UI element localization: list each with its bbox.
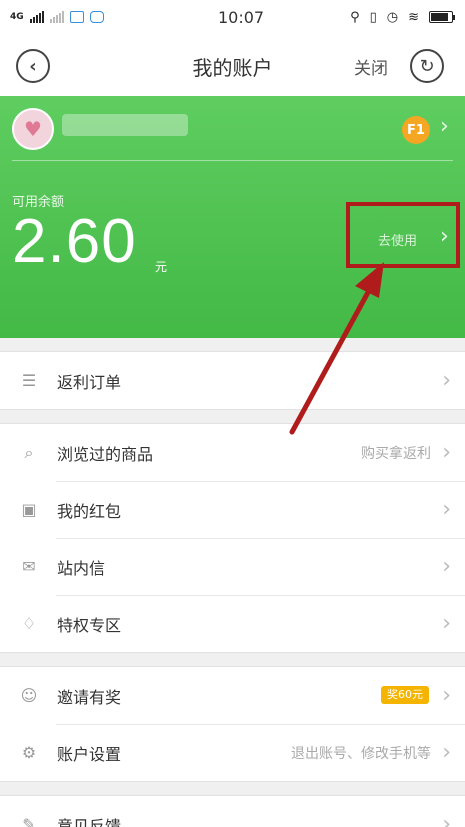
battery-icon	[429, 11, 455, 23]
menu-item-hint: 购买拿返利	[361, 445, 431, 462]
menu-item-invite[interactable]: ☺ 邀请有奖 奖60元 ›	[0, 667, 465, 724]
menu-item-account-settings[interactable]: ⚙ 账户设置 退出账号、修改手机等 ›	[0, 724, 465, 781]
red-packet-icon: ▣	[21, 500, 37, 519]
location-icon: ⚲	[350, 9, 360, 25]
highlight-annotation-box	[346, 202, 460, 268]
avatar-heart-icon: ♥	[24, 117, 42, 141]
chevron-right-icon[interactable]: ›	[440, 114, 449, 139]
menu-item-label: 返利订单	[57, 372, 122, 392]
menu-item-rebate-orders[interactable]: ☰ 返利订单 ›	[0, 352, 465, 409]
close-button[interactable]: 关闭	[354, 54, 388, 79]
menu-group-orders: ☰ 返利订单 ›	[0, 351, 465, 410]
level-badge[interactable]: F1	[402, 116, 430, 144]
alarm-icon: ◷	[386, 9, 399, 25]
message-icon	[69, 11, 84, 23]
nav-bar: ‹ 我的账户 关闭 ↻	[0, 34, 465, 96]
invite-icon: ☺	[20, 686, 38, 705]
order-list-icon: ☰	[21, 371, 37, 390]
chevron-right-icon: ›	[442, 554, 451, 579]
wifi-icon: ≋	[408, 9, 419, 25]
menu-item-label: 邀请有奖	[57, 687, 122, 707]
mail-icon: ✉	[22, 557, 36, 576]
diamond-icon: ♢	[21, 614, 37, 633]
menu-item-label: 站内信	[57, 558, 106, 578]
chevron-right-icon: ›	[442, 812, 451, 827]
avatar[interactable]: ♥	[12, 108, 54, 150]
menu-item-label: 意见反馈	[57, 816, 122, 827]
balance-amount: 2.60	[12, 207, 137, 276]
settings-icon: ⚙	[21, 743, 37, 762]
divider	[12, 160, 453, 161]
menu-item-label: 账户设置	[57, 744, 122, 764]
menu-item-label: 特权专区	[57, 615, 122, 635]
reward-badge: 奖60元	[381, 686, 429, 704]
chevron-right-icon: ›	[442, 611, 451, 636]
menu-item-label: 浏览过的商品	[57, 444, 154, 464]
signal-icon	[29, 11, 44, 23]
menu-item-inbox[interactable]: ✉ 站内信 ›	[0, 538, 465, 595]
chevron-right-icon: ›	[442, 440, 451, 465]
menu-item-feedback[interactable]: ✎ 意见反馈 ›	[0, 796, 465, 827]
app-icon	[89, 11, 104, 23]
status-bar: 4G 10:07 ⚲ ▯ ◷ ≋	[0, 0, 465, 34]
page-title: 我的账户	[192, 56, 273, 80]
balance-unit: 元	[155, 260, 168, 274]
menu-item-browsed-products[interactable]: ⌕ 浏览过的商品 购买拿返利 ›	[0, 424, 465, 481]
search-icon: ⌕	[24, 442, 34, 462]
network-type: 4G	[10, 12, 24, 22]
menu-item-hint: 退出账号、修改手机等	[291, 745, 431, 762]
username-blurred	[62, 114, 188, 136]
menu-item-label: 我的红包	[57, 501, 122, 521]
chevron-right-icon: ›	[442, 740, 451, 765]
status-time: 10:07	[218, 7, 265, 27]
chevron-right-icon: ›	[442, 497, 451, 522]
chevron-right-icon: ›	[442, 683, 451, 708]
signal-icon	[49, 11, 64, 23]
account-card: ♥ F1 › 可用余额 2.60 元 去使用 ›	[0, 96, 465, 338]
menu-group-account: ☺ 邀请有奖 奖60元 › ⚙ 账户设置 退出账号、修改手机等 ›	[0, 666, 465, 782]
chevron-right-icon: ›	[442, 368, 451, 393]
feedback-icon: ✎	[22, 815, 36, 827]
refresh-icon[interactable]: ↻	[410, 49, 444, 83]
menu-group-main: ⌕ 浏览过的商品 购买拿返利 › ▣ 我的红包 › ✉ 站内信 › ♢ 特权专区…	[0, 423, 465, 653]
menu-group-feedback: ✎ 意见反馈 ›	[0, 795, 465, 827]
vibrate-icon: ▯	[369, 9, 377, 25]
menu-item-red-packets[interactable]: ▣ 我的红包 ›	[0, 481, 465, 538]
menu-item-privileges[interactable]: ♢ 特权专区 ›	[0, 595, 465, 652]
